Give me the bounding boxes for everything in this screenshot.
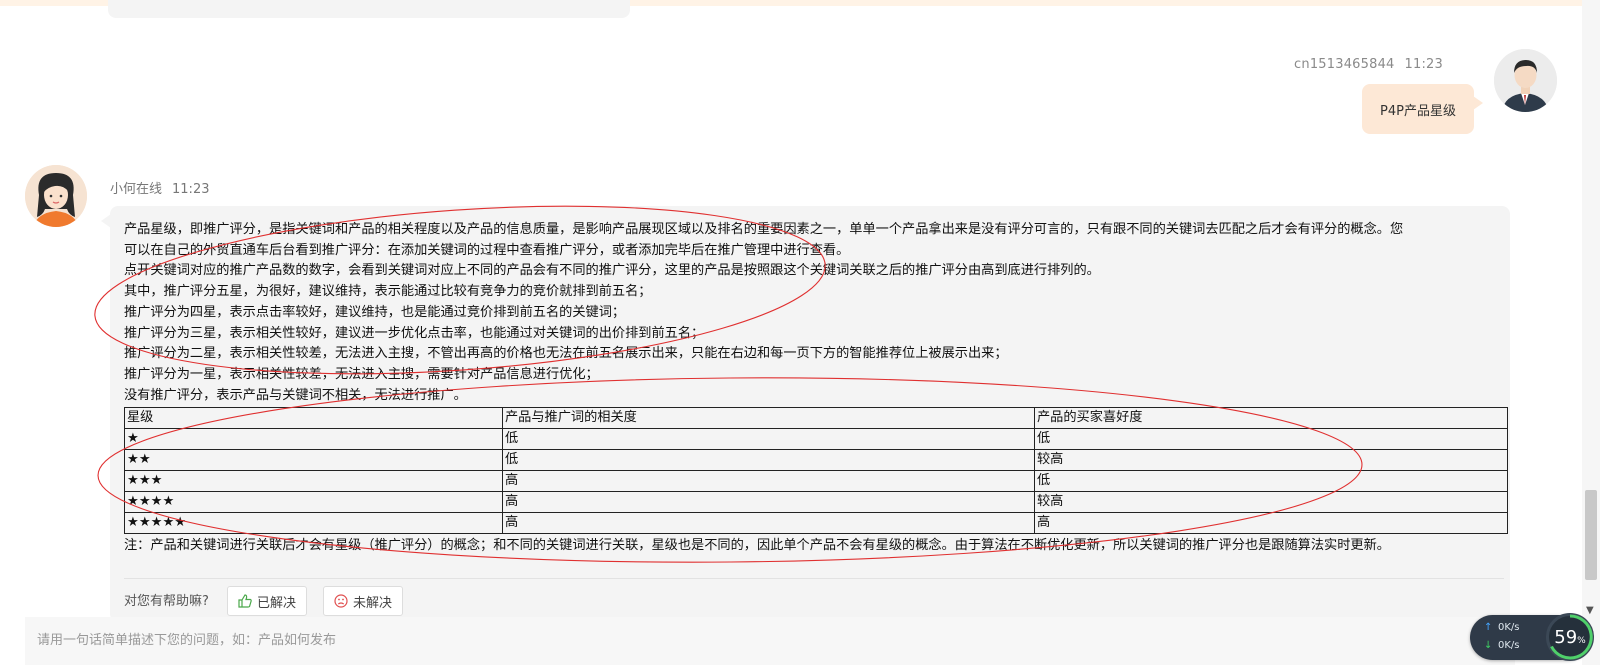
download-speed: ↓ 0K/s bbox=[1484, 640, 1520, 651]
table-row: ★★★★ 高 较高 bbox=[124, 491, 1508, 514]
answer-line: 推广评分为三星，表示相关性较好，建议进一步优化点击率，也能通过对关键词的出价排到… bbox=[124, 325, 705, 341]
download-arrow-icon: ↓ bbox=[1484, 640, 1493, 651]
upload-arrow-icon: ↑ bbox=[1484, 622, 1493, 633]
feedback-divider bbox=[124, 578, 1504, 579]
message-input[interactable] bbox=[35, 627, 1439, 653]
memory-usage-ring: 59% bbox=[1546, 613, 1594, 661]
answer-line: 推广评分为一星，表示相关性较差，无法进入主搜，需要针对产品信息进行优化； bbox=[124, 366, 599, 382]
table-note: 注：产品和关键词进行关联后才会有星级（推广评分）的概念；和不同的关键词进行关联，… bbox=[124, 538, 1390, 554]
agent-message-bubble: 产品星级，即推广评分，是指关键词和产品的相关程度以及产品的信息质量，是影响产品展… bbox=[101, 206, 1510, 622]
agent-message-meta: 小何在线 11:23 bbox=[110, 178, 209, 197]
table-header-cell: 产品的买家喜好度 bbox=[1034, 407, 1508, 430]
answer-line: 点开关键词对应的推广产品数的数字，会看到关键词对应上不同的产品会有不同的推广评分… bbox=[124, 263, 1100, 279]
user-avatar-icon bbox=[1494, 49, 1557, 112]
user-message-bubble: P4P产品星级 bbox=[1362, 84, 1483, 134]
feedback-question: 对您有帮助嘛? bbox=[124, 594, 209, 609]
scrollbar-thumb[interactable] bbox=[1585, 490, 1597, 580]
table-cell: ★★★★ bbox=[124, 491, 503, 514]
table-cell: 较高 bbox=[1034, 491, 1508, 514]
thumbs-up-icon bbox=[238, 594, 252, 608]
page-scrollbar[interactable]: ▼ bbox=[1582, 0, 1600, 665]
table-cell: 高 bbox=[502, 491, 1035, 514]
solved-label: 已解决 bbox=[257, 595, 297, 611]
table-cell: ★★ bbox=[124, 449, 503, 472]
answer-line: 推广评分为二星，表示相关性较差，无法进入主搜，不管出再高的价格也无法在前五名展示… bbox=[124, 346, 1008, 362]
table-header-row: 星级 产品与推广词的相关度 产品的买家喜好度 bbox=[124, 407, 1508, 430]
table-cell: 高 bbox=[502, 512, 1035, 535]
unsolved-label: 未解决 bbox=[353, 595, 393, 611]
star-rating-table: 星级 产品与推广词的相关度 产品的买家喜好度 ★ 低 低 ★★ 低 较高 ★★★… bbox=[124, 407, 1508, 535]
table-cell: 较高 bbox=[1034, 449, 1508, 472]
table-cell: 低 bbox=[1034, 470, 1508, 493]
table-row: ★ 低 低 bbox=[124, 428, 1508, 451]
answer-line: 没有推广评分，表示产品与关键词不相关，无法进行推广。 bbox=[124, 387, 467, 403]
agent-name: 小何在线 bbox=[110, 182, 163, 197]
user-avatar bbox=[1494, 49, 1557, 112]
table-header-cell: 产品与推广词的相关度 bbox=[502, 407, 1035, 430]
message-input-area bbox=[25, 617, 1515, 665]
agent-avatar-icon bbox=[25, 165, 87, 227]
table-row: ★★ 低 较高 bbox=[124, 449, 1508, 472]
table-cell: 低 bbox=[502, 428, 1035, 451]
table-cell: 低 bbox=[502, 449, 1035, 472]
table-cell: ★★★★★ bbox=[124, 512, 503, 535]
answer-line: 推广评分为四星，表示点击率较好，建议维持，也是能通过竞价排到前五名的关键词； bbox=[124, 304, 626, 320]
table-row: ★★★★★ 高 高 bbox=[124, 512, 1508, 535]
upload-speed-value: 0K/s bbox=[1498, 622, 1520, 633]
previous-message-bubble bbox=[108, 0, 630, 18]
upload-speed: ↑ 0K/s bbox=[1484, 622, 1520, 633]
table-cell: 高 bbox=[502, 470, 1035, 493]
network-speed-widget[interactable]: ↑ 0K/s ↓ 0K/s 59% bbox=[1470, 613, 1594, 661]
usage-percent: 59% bbox=[1554, 626, 1586, 648]
answer-line: 产品星级，即推广评分，是指关键词和产品的相关程度以及产品的信息质量，是影响产品展… bbox=[124, 222, 1404, 237]
agent-message-content: 产品星级，即推广评分，是指关键词和产品的相关程度以及产品的信息质量，是影响产品展… bbox=[124, 220, 1508, 557]
unsolved-button[interactable]: 未解决 bbox=[323, 586, 404, 616]
table-header-cell: 星级 bbox=[124, 407, 503, 430]
table-cell: ★ bbox=[124, 428, 503, 451]
user-message-time: 11:23 bbox=[1404, 57, 1443, 72]
table-cell: 高 bbox=[1034, 512, 1508, 535]
download-speed-value: 0K/s bbox=[1498, 640, 1520, 651]
user-name: cn1513465844 bbox=[1294, 57, 1395, 72]
table-cell: 低 bbox=[1034, 428, 1508, 451]
answer-line: 其中，推广评分五星，为很好，建议维持，表示能通过比较有竞争力的竞价就排到前五名； bbox=[124, 284, 652, 300]
table-cell: ★★★ bbox=[124, 470, 503, 493]
table-row: ★★★ 高 低 bbox=[124, 470, 1508, 493]
sad-face-icon bbox=[334, 594, 348, 608]
agent-avatar bbox=[25, 165, 87, 227]
agent-message-time: 11:23 bbox=[172, 182, 210, 197]
solved-button[interactable]: 已解决 bbox=[227, 586, 308, 616]
answer-line: 可以在自己的外贸直通车后台看到推广评分：在添加关键词的过程中查看推广评分，或者添… bbox=[124, 242, 850, 258]
user-message-meta: cn1513465844 11:23 bbox=[1284, 57, 1443, 72]
